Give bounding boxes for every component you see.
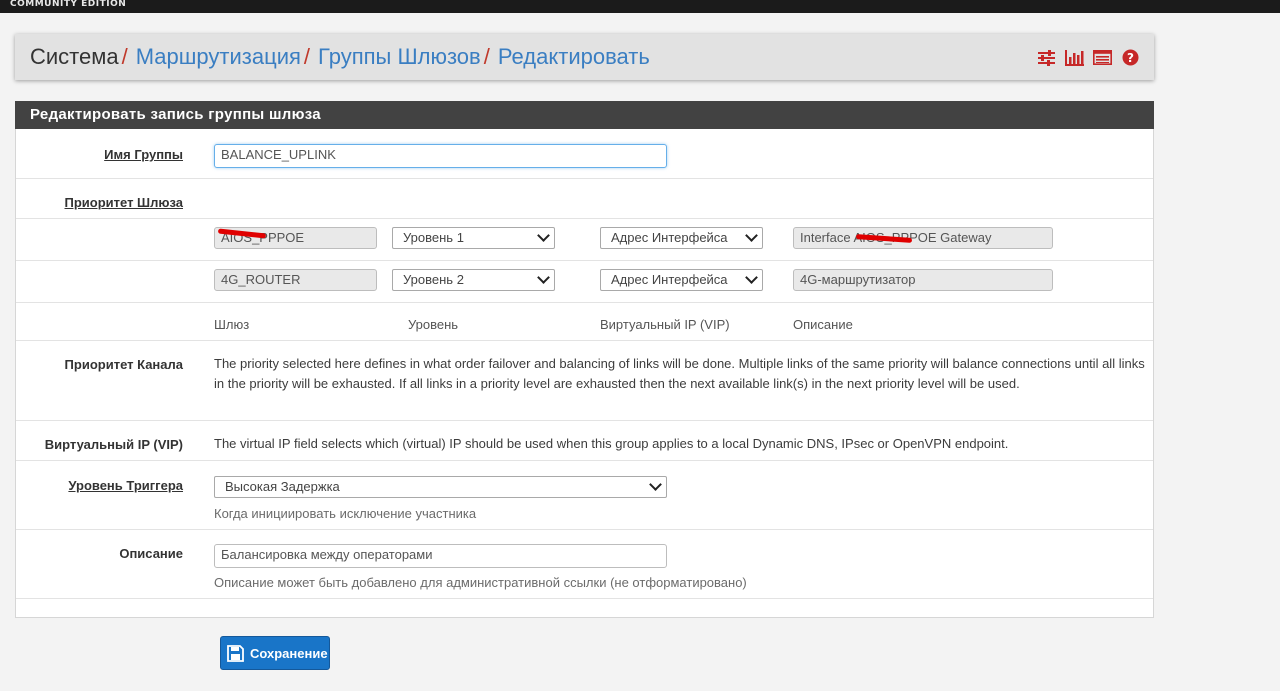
divider <box>16 598 1153 599</box>
divider <box>16 340 1153 341</box>
list-table-icon[interactable] <box>1093 49 1112 66</box>
trigger-level-label: Уровень Триггера <box>68 478 183 493</box>
divider <box>16 460 1153 461</box>
top-navbar: COMMUNITY EDITION <box>0 0 1280 13</box>
virtual-ip-label: Виртуальный IP (VIP) <box>44 437 183 452</box>
chevron-down-icon <box>745 229 758 242</box>
column-header-tier: Уровень <box>408 317 459 332</box>
vip-select[interactable]: Адрес Интерфейса <box>600 269 763 291</box>
trigger-level-value: Высокая Задержка <box>225 479 340 494</box>
bar-chart-icon[interactable] <box>1065 49 1084 66</box>
description-label: Описание <box>119 546 183 561</box>
gateway-name-field: 4G_ROUTER <box>214 269 377 291</box>
group-name-label: Имя Группы <box>104 147 183 162</box>
breadcrumb-item-system: Система <box>30 44 119 69</box>
header-icon-group: ? <box>1037 49 1140 66</box>
divider <box>16 260 1153 261</box>
vip-select[interactable]: Адрес Интерфейса <box>600 227 763 249</box>
chevron-down-icon <box>537 271 550 284</box>
description-input[interactable]: Балансировка между операторами <box>214 544 667 568</box>
breadcrumb-item-edit[interactable]: Редактировать <box>498 44 650 69</box>
save-button[interactable]: Сохранение <box>220 636 330 670</box>
tier-select[interactable]: Уровень 2 <box>392 269 555 291</box>
vip-select-value: Адрес Интерфейса <box>611 272 728 287</box>
description-help: Описание может быть добавлено для админи… <box>214 575 747 590</box>
breadcrumb: Система / Маршрутизация / Группы Шлюзов / Реда… <box>30 44 650 70</box>
save-button-label: Сохранение <box>250 645 328 661</box>
divider <box>16 218 1153 219</box>
panel-title: Редактировать запись группы шлюза <box>15 101 1154 129</box>
tier-select-value: Уровень 1 <box>403 230 464 245</box>
chevron-down-icon <box>745 271 758 284</box>
chevron-down-icon <box>537 229 550 242</box>
group-name-input[interactable]: BALANCE_UPLINK <box>214 144 667 168</box>
sliders-icon[interactable] <box>1037 49 1056 66</box>
link-priority-label: Приоритет Канала <box>64 357 183 372</box>
breadcrumb-separator: / <box>121 44 128 69</box>
breadcrumb-separator: / <box>303 44 311 69</box>
virtual-ip-text: The virtual IP field selects which (virt… <box>214 436 1009 451</box>
breadcrumb-item-gateway-groups[interactable]: Группы Шлюзов <box>318 44 481 69</box>
gateway-priority-label: Приоритет Шлюза <box>64 195 184 210</box>
chevron-down-icon <box>649 478 662 491</box>
link-priority-text: The priority selected here defines in wh… <box>214 356 1145 391</box>
divider <box>16 178 1153 179</box>
column-header-description: Описание <box>793 317 853 332</box>
divider <box>16 529 1153 530</box>
tier-select-value: Уровень 2 <box>403 272 464 287</box>
tier-select[interactable]: Уровень 1 <box>392 227 555 249</box>
help-icon[interactable]: ? <box>1121 49 1140 66</box>
svg-text:?: ? <box>1127 51 1134 65</box>
column-header-vip: Виртуальный IP (VIP) <box>600 317 730 332</box>
edition-label: COMMUNITY EDITION <box>10 0 127 9</box>
breadcrumb-item-routing[interactable]: Маршрутизация <box>136 44 301 69</box>
vip-select-value: Адрес Интерфейса <box>611 230 728 245</box>
trigger-level-select[interactable]: Высокая Задержка <box>214 476 667 498</box>
gateway-group-panel: Редактировать запись группы шлюза Имя Гр… <box>15 101 1154 618</box>
gateway-description-input[interactable]: 4G-маршрутизатор <box>793 269 1053 291</box>
trigger-level-help: Когда инициировать исключение участника <box>214 506 477 521</box>
divider <box>16 420 1153 421</box>
save-icon <box>227 644 244 662</box>
gateway-description-input[interactable]: Interface AIOS_PPPOE Gateway <box>793 227 1053 249</box>
column-header-gateway: Шлюз <box>214 317 250 332</box>
breadcrumb-separator: / <box>483 44 490 69</box>
divider <box>16 302 1153 303</box>
breadcrumb-bar: Система / Маршрутизация / Группы Шлюзов / Реда… <box>15 34 1154 80</box>
